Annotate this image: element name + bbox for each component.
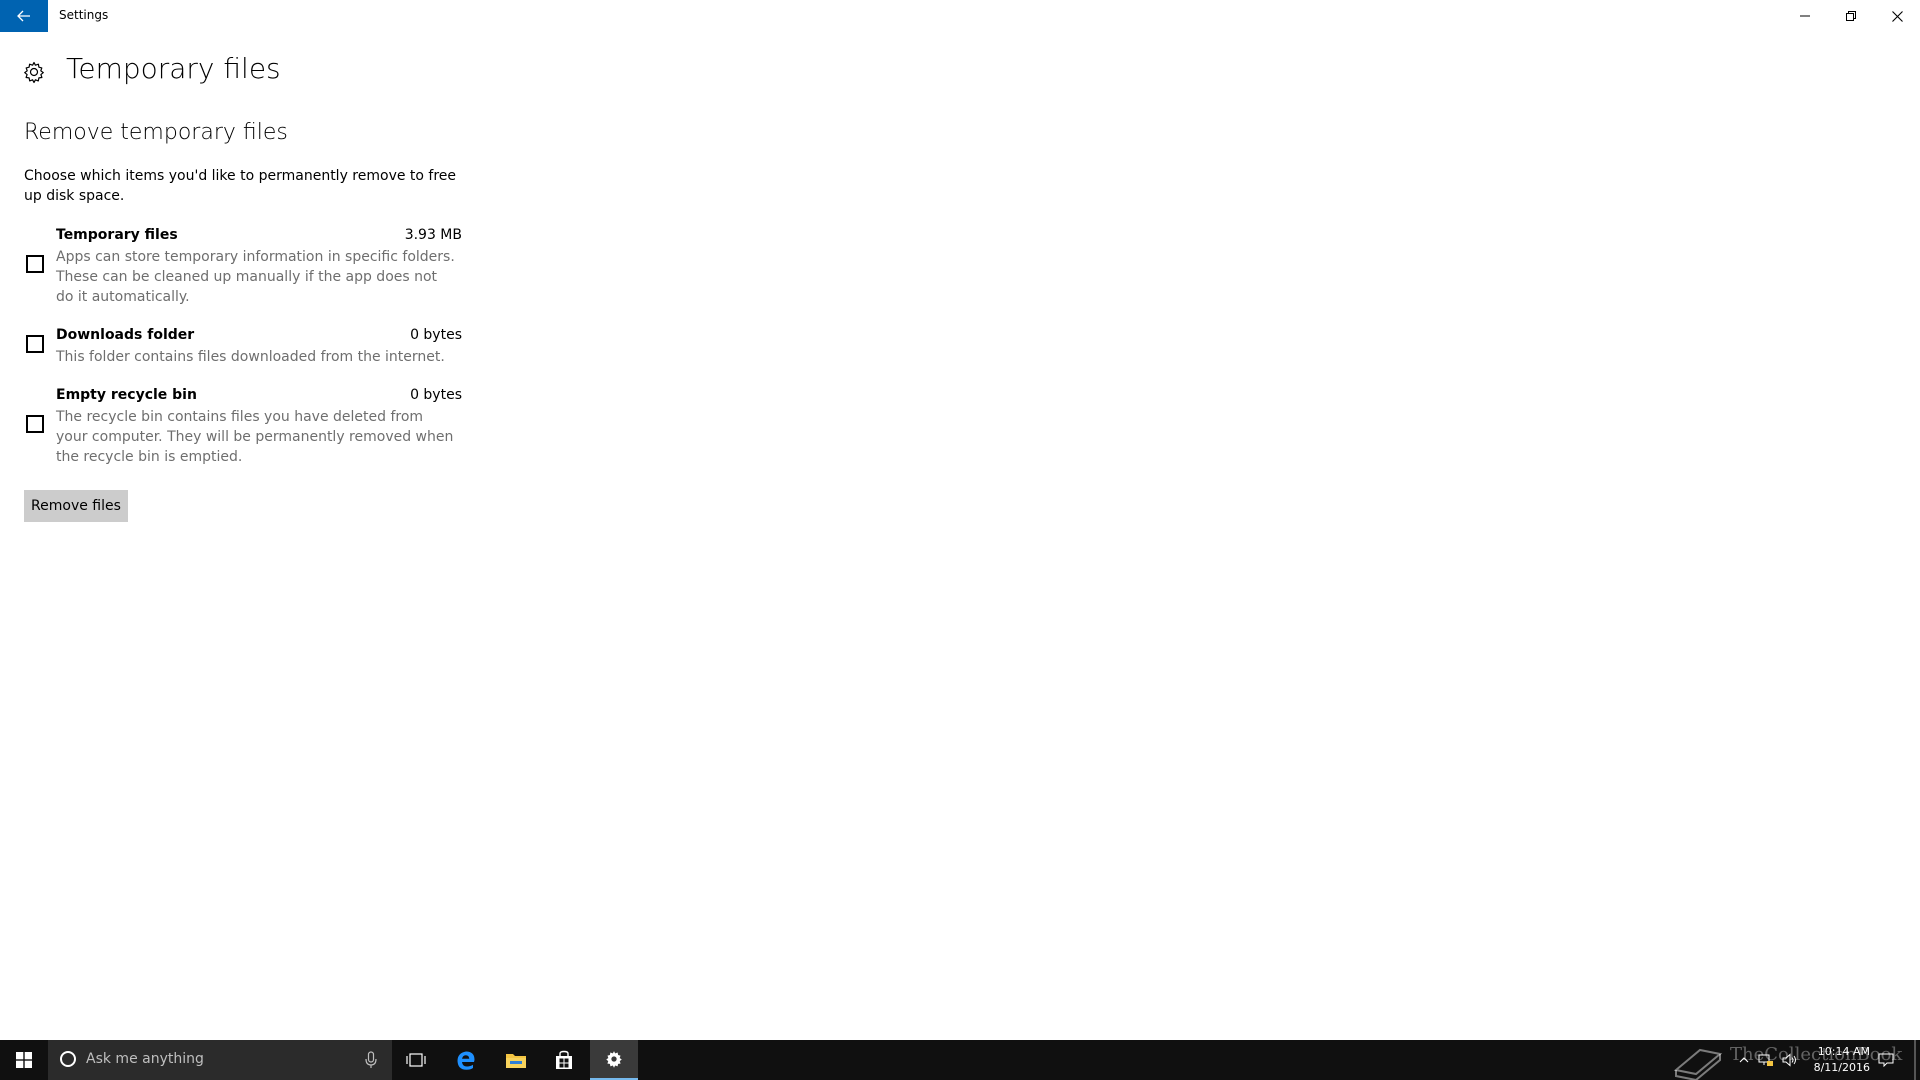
section-title: Remove temporary files: [24, 120, 288, 145]
show-desktop-button[interactable]: [1914, 1040, 1916, 1080]
remove-files-button[interactable]: Remove files: [24, 490, 128, 522]
list-item-empty-recycle-bin: Empty recycle bin 0 bytes The recycle bi…: [24, 387, 462, 467]
item-description: This folder contains files downloaded fr…: [56, 349, 445, 365]
restore-icon: [1846, 11, 1856, 21]
gear-icon: [24, 61, 44, 84]
intro-text: Choose which items you'd like to permane…: [24, 168, 457, 204]
taskbar-clock[interactable]: 10:14 AM 8/11/2016: [1790, 1044, 1870, 1076]
settings-taskbar-button[interactable]: [590, 1040, 638, 1080]
taskbar: Ask me anything TheCollectionBook 10:14 …: [0, 1040, 1920, 1080]
network-icon[interactable]: [1758, 1052, 1774, 1068]
microphone-icon[interactable]: [364, 1051, 378, 1069]
windows-logo-icon: [16, 1052, 32, 1068]
list-item-temporary-files: Temporary files 3.93 MB Apps can store t…: [24, 227, 462, 307]
store-icon: [556, 1050, 572, 1069]
file-explorer-button[interactable]: [492, 1040, 540, 1080]
close-icon: [1891, 10, 1903, 22]
item-name: Temporary files: [56, 227, 178, 243]
edge-button[interactable]: [442, 1040, 490, 1080]
page-title: Temporary files: [66, 52, 281, 85]
file-explorer-icon: [506, 1054, 526, 1068]
store-button[interactable]: [540, 1040, 588, 1080]
start-button[interactable]: [0, 1040, 48, 1080]
temporary-files-checkbox[interactable]: [26, 255, 44, 273]
item-size: 0 bytes: [410, 327, 462, 343]
notifications-icon[interactable]: [1878, 1052, 1894, 1068]
task-view-button[interactable]: [392, 1040, 440, 1080]
empty-recycle-bin-checkbox[interactable]: [26, 415, 44, 433]
cortana-circle-icon: [60, 1051, 76, 1067]
item-size: 3.93 MB: [404, 227, 462, 243]
clock-time: 10:14 AM: [1817, 1045, 1870, 1058]
edge-browser-icon: [457, 1051, 475, 1070]
list-item-downloads-folder: Downloads folder 0 bytes This folder con…: [24, 327, 462, 367]
item-description: The recycle bin contains files you have …: [56, 409, 454, 465]
item-size: 0 bytes: [410, 387, 462, 403]
downloads-folder-checkbox[interactable]: [26, 335, 44, 353]
back-button[interactable]: [0, 0, 48, 32]
chevron-up-icon[interactable]: [1736, 1052, 1752, 1068]
minimize-icon: [1800, 15, 1810, 17]
minimize-button[interactable]: [1782, 0, 1828, 32]
app-title: Settings: [59, 8, 109, 22]
clock-date: 8/11/2016: [1813, 1061, 1870, 1074]
book-logo-icon: [1673, 1048, 1723, 1080]
close-button[interactable]: [1874, 0, 1920, 32]
item-description: Apps can store temporary information in …: [56, 249, 455, 305]
title-bar: Settings: [0, 0, 1920, 39]
search-placeholder: Ask me anything: [86, 1051, 204, 1067]
search-box[interactable]: Ask me anything: [48, 1040, 392, 1080]
task-view-icon: [406, 1053, 426, 1067]
item-name: Downloads folder: [56, 327, 195, 343]
gear-icon: [606, 1051, 622, 1068]
restore-button[interactable]: [1828, 0, 1874, 32]
item-name: Empty recycle bin: [56, 387, 197, 403]
arrow-left-icon: [17, 10, 30, 22]
